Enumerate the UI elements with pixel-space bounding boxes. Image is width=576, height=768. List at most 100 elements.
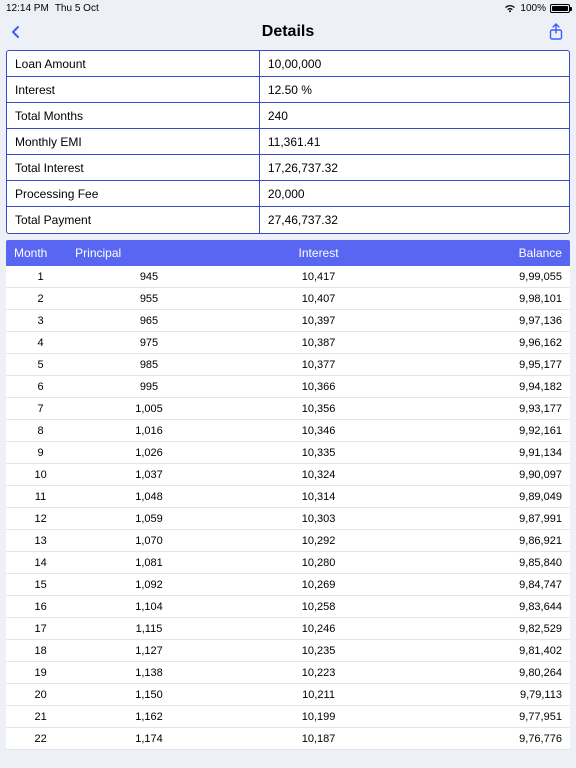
cell-principal: 1,016: [71, 425, 227, 437]
cell-month: 1: [10, 271, 71, 283]
share-button[interactable]: [540, 16, 572, 48]
cell-month: 7: [10, 403, 71, 415]
grid-header: Month Principal Interest Balance: [6, 240, 570, 266]
summary-value: 240: [260, 103, 569, 128]
table-row: 171,11510,2469,82,529: [6, 618, 570, 640]
cell-month: 21: [10, 711, 71, 723]
summary-table: Loan Amount10,00,000Interest12.50 %Total…: [6, 50, 570, 234]
battery-icon: [550, 4, 570, 13]
cell-interest: 10,356: [227, 403, 410, 415]
table-row: 101,03710,3249,90,097: [6, 464, 570, 486]
cell-principal: 1,138: [71, 667, 227, 679]
cell-balance: 9,98,101: [410, 293, 566, 305]
status-date: Thu 5 Oct: [55, 3, 99, 14]
cell-month: 17: [10, 623, 71, 635]
cell-principal: 1,115: [71, 623, 227, 635]
cell-principal: 1,104: [71, 601, 227, 613]
cell-month: 19: [10, 667, 71, 679]
summary-value: 11,361.41: [260, 129, 569, 154]
table-row: 71,00510,3569,93,177: [6, 398, 570, 420]
wifi-icon: [504, 4, 516, 13]
table-row: 295510,4079,98,101: [6, 288, 570, 310]
cell-interest: 10,397: [227, 315, 410, 327]
summary-value: 27,46,737.32: [260, 207, 569, 233]
cell-balance: 9,99,055: [410, 271, 566, 283]
summary-row: Loan Amount10,00,000: [7, 51, 569, 77]
table-row: 497510,3879,96,162: [6, 332, 570, 354]
summary-row: Total Interest17,26,737.32: [7, 155, 569, 181]
cell-month: 22: [10, 733, 71, 745]
grid-header-principal: Principal: [71, 246, 227, 260]
summary-row: Total Months240: [7, 103, 569, 129]
cell-month: 8: [10, 425, 71, 437]
cell-principal: 995: [71, 381, 227, 393]
cell-interest: 10,223: [227, 667, 410, 679]
cell-month: 11: [10, 491, 71, 503]
cell-interest: 10,235: [227, 645, 410, 657]
table-row: 121,05910,3039,87,991: [6, 508, 570, 530]
cell-balance: 9,93,177: [410, 403, 566, 415]
cell-month: 16: [10, 601, 71, 613]
cell-interest: 10,346: [227, 425, 410, 437]
status-time: 12:14 PM: [6, 3, 49, 14]
summary-value: 10,00,000: [260, 51, 569, 76]
cell-principal: 1,092: [71, 579, 227, 591]
table-row: 396510,3979,97,136: [6, 310, 570, 332]
table-row: 191,13810,2239,80,264: [6, 662, 570, 684]
cell-interest: 10,417: [227, 271, 410, 283]
grid-header-month: Month: [10, 246, 71, 260]
cell-principal: 1,150: [71, 689, 227, 701]
cell-principal: 945: [71, 271, 227, 283]
table-row: 141,08110,2809,85,840: [6, 552, 570, 574]
cell-principal: 1,174: [71, 733, 227, 745]
table-row: 699510,3669,94,182: [6, 376, 570, 398]
table-row: 151,09210,2699,84,747: [6, 574, 570, 596]
cell-principal: 1,070: [71, 535, 227, 547]
summary-row: Processing Fee20,000: [7, 181, 569, 207]
cell-principal: 1,081: [71, 557, 227, 569]
summary-label: Monthly EMI: [7, 129, 260, 154]
cell-balance: 9,91,134: [410, 447, 566, 459]
summary-value: 12.50 %: [260, 77, 569, 102]
status-bar: 12:14 PM Thu 5 Oct 100%: [0, 0, 576, 16]
cell-interest: 10,324: [227, 469, 410, 481]
cell-interest: 10,407: [227, 293, 410, 305]
cell-interest: 10,187: [227, 733, 410, 745]
cell-month: 13: [10, 535, 71, 547]
table-row: 221,17410,1879,76,776: [6, 728, 570, 750]
cell-balance: 9,86,921: [410, 535, 566, 547]
cell-balance: 9,76,776: [410, 733, 566, 745]
cell-interest: 10,314: [227, 491, 410, 503]
back-button[interactable]: [0, 16, 32, 48]
table-row: 181,12710,2359,81,402: [6, 640, 570, 662]
cell-balance: 9,96,162: [410, 337, 566, 349]
cell-month: 5: [10, 359, 71, 371]
page-title: Details: [0, 23, 576, 41]
cell-balance: 9,79,113: [410, 689, 566, 701]
cell-balance: 9,81,402: [410, 645, 566, 657]
cell-balance: 9,94,182: [410, 381, 566, 393]
summary-label: Processing Fee: [7, 181, 260, 206]
cell-balance: 9,77,951: [410, 711, 566, 723]
cell-principal: 1,005: [71, 403, 227, 415]
grid-body[interactable]: 194510,4179,99,055 295510,4079,98,1013965…: [6, 266, 570, 750]
cell-interest: 10,280: [227, 557, 410, 569]
summary-value: 17,26,737.32: [260, 155, 569, 180]
cell-balance: 9,87,991: [410, 513, 566, 525]
cell-balance: 9,95,177: [410, 359, 566, 371]
grid-header-balance: Balance: [410, 246, 566, 260]
cell-interest: 10,292: [227, 535, 410, 547]
cell-month: 2: [10, 293, 71, 305]
cell-month: 10: [10, 469, 71, 481]
summary-row: Monthly EMI11,361.41: [7, 129, 569, 155]
summary-value: 20,000: [260, 181, 569, 206]
cell-month: 9: [10, 447, 71, 459]
cell-interest: 10,335: [227, 447, 410, 459]
table-row: 201,15010,2119,79,113: [6, 684, 570, 706]
table-row: 211,16210,1999,77,951: [6, 706, 570, 728]
summary-label: Total Interest: [7, 155, 260, 180]
cell-interest: 10,269: [227, 579, 410, 591]
summary-label: Interest: [7, 77, 260, 102]
cell-month: 6: [10, 381, 71, 393]
cell-principal: 985: [71, 359, 227, 371]
